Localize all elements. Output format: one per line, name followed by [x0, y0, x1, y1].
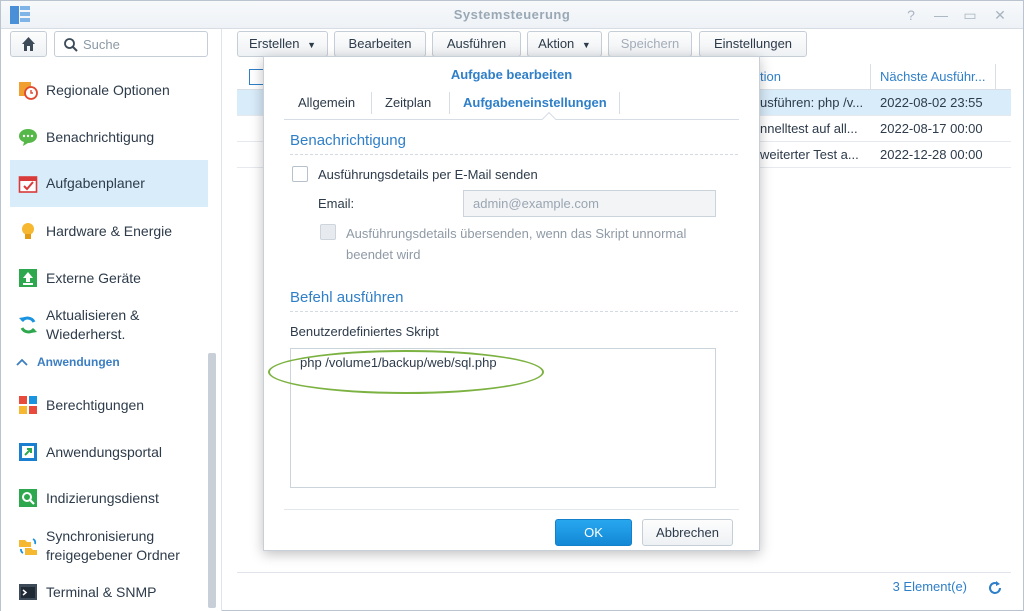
help-icon[interactable]: ? [900, 4, 922, 26]
create-button[interactable]: Erstellen ▼ [237, 31, 328, 57]
close-icon[interactable]: ✕ [989, 4, 1011, 26]
home-button[interactable] [10, 31, 47, 57]
chat-bubble-icon [19, 129, 37, 146]
tab-divider [371, 92, 372, 114]
upload-icon [19, 269, 37, 287]
cell-next-run: 2022-08-17 00:00 [880, 121, 983, 136]
cell-action: weiterter Test a... [760, 147, 859, 162]
email-field[interactable]: admin@example.com [463, 190, 716, 217]
email-label: Email: [318, 196, 355, 211]
search-icon [64, 38, 78, 52]
dialog-footer-divider [284, 509, 739, 510]
column-header-action[interactable]: tion [760, 69, 781, 84]
cell-action: nnelltest auf all... [760, 121, 858, 136]
sidebar-scrollbar[interactable] [208, 353, 216, 608]
action-button[interactable]: Aktion ▼ [527, 31, 602, 57]
dialog-tabs: Allgemein Zeitplan Aufgabeneinstellungen [284, 88, 739, 127]
sidebar-item-external-devices[interactable]: Externe Geräte [10, 262, 208, 294]
terminal-icon [19, 584, 37, 600]
edit-task-dialog: Aufgabe bearbeiten Allgemein Zeitplan Au… [263, 56, 760, 551]
sidebar-item-label: Indizierungsdienst [46, 489, 159, 506]
sidebar-item-label: Berechtigungen [46, 396, 145, 413]
section-label: Anwendungen [37, 355, 120, 369]
column-header-next-run[interactable]: Nächste Ausführ... [880, 69, 986, 84]
command-section-title: Befehl ausführen [290, 289, 404, 306]
cancel-button[interactable]: Abbrechen [642, 519, 733, 546]
sidebar-item-permissions[interactable]: Berechtigungen [10, 389, 208, 421]
sidebar-item-update-restore[interactable]: Aktualisieren & Wiederherst. [10, 305, 208, 345]
title-bar: Systemsteuerung ? — ▭ ✕ [1, 1, 1023, 29]
maximize-icon[interactable]: ▭ [959, 4, 981, 26]
grid-footer: 3 Element(e) [237, 572, 1011, 600]
grid-permissions-icon [19, 396, 37, 414]
tab-general[interactable]: Allgemein [298, 95, 355, 110]
portal-icon [19, 443, 37, 461]
chevron-down-icon: ▼ [307, 40, 317, 50]
send-details-label: Ausführungsdetails per E-Mail senden [318, 167, 538, 182]
lightbulb-icon [22, 223, 34, 239]
search-index-icon [19, 489, 37, 507]
section-divider [290, 311, 738, 312]
refresh-icon [19, 316, 37, 334]
chevron-up-icon [16, 358, 28, 366]
tab-schedule[interactable]: Zeitplan [385, 95, 431, 110]
column-divider [870, 64, 871, 90]
cell-next-run: 2022-08-02 23:55 [880, 95, 983, 110]
search-placeholder: Suche [83, 37, 120, 52]
cell-next-run: 2022-12-28 00:00 [880, 147, 983, 162]
action-label: Aktion [538, 36, 575, 51]
script-label: Benutzerdefiniertes Skript [290, 324, 439, 339]
section-header-applications[interactable]: Anwendungen [15, 355, 120, 369]
notification-section-title: Benachrichtigung [290, 132, 406, 149]
sidebar-item-app-portal[interactable]: Anwendungsportal [10, 436, 208, 468]
sidebar-item-task-scheduler[interactable]: Aufgabenplaner [10, 160, 208, 207]
edit-button[interactable]: Bearbeiten [334, 31, 426, 57]
sidebar-item-label: Synchronisierung freigegebener Ordner [46, 528, 180, 563]
minimize-icon[interactable]: — [930, 4, 952, 26]
abnormal-details-label-line2: beendet wird [346, 247, 421, 262]
abnormal-details-label-line1: Ausführungsdetails übersenden, wenn das … [346, 226, 687, 241]
sidebar-item-indexing[interactable]: Indizierungsdienst [10, 482, 208, 514]
home-icon [22, 37, 35, 51]
clock-map-icon [19, 82, 38, 100]
column-divider [995, 64, 996, 90]
control-panel-window: Systemsteuerung ? — ▭ ✕ Suche Regionale [0, 0, 1024, 611]
active-tab-pointer [541, 111, 557, 127]
abnormal-details-checkbox[interactable] [320, 224, 336, 240]
sidebar-item-label: Terminal & SNMP [46, 583, 157, 600]
settings-button[interactable]: Einstellungen [699, 31, 807, 57]
sidebar-item-label: Benachrichtigung [46, 128, 155, 145]
send-details-checkbox[interactable] [292, 166, 308, 182]
section-divider [290, 154, 738, 155]
sidebar-item-label: Aufgabenplaner [46, 175, 145, 191]
tab-divider [619, 92, 620, 114]
refresh-icon[interactable] [987, 580, 1003, 596]
window-title: Systemsteuerung [453, 7, 571, 22]
sidebar-item-notification[interactable]: Benachrichtigung [10, 121, 208, 153]
sync-folder-icon [19, 538, 37, 555]
create-label: Erstellen [248, 36, 300, 51]
sidebar-item-label: Externe Geräte [46, 269, 141, 286]
run-button[interactable]: Ausführen [432, 31, 521, 57]
sidebar-item-hardware-power[interactable]: Hardware & Energie [10, 215, 208, 247]
sidebar-item-terminal-snmp[interactable]: Terminal & SNMP [10, 576, 208, 608]
tab-divider [449, 92, 450, 114]
sidebar-item-label: Anwendungsportal [46, 443, 162, 460]
item-count: 3 Element(e) [892, 579, 967, 594]
save-button[interactable]: Speichern [608, 31, 692, 57]
calendar-check-icon [18, 175, 38, 193]
dialog-title: Aufgabe bearbeiten [450, 67, 573, 82]
ok-button[interactable]: OK [555, 519, 632, 546]
sidebar-item-shared-folder-sync[interactable]: Synchronisierung freigegebener Ordner [10, 526, 208, 566]
cell-action: usführen: php /v... [760, 95, 864, 110]
chevron-down-icon: ▼ [581, 40, 591, 50]
tab-task-settings[interactable]: Aufgabeneinstellungen [463, 95, 607, 110]
sidebar-item-regional-options[interactable]: Regionale Optionen [10, 74, 208, 106]
search-input[interactable]: Suche [54, 31, 208, 57]
sidebar: Suche Regionale Optionen Benachrichtigun… [1, 29, 222, 611]
sidebar-item-label: Regionale Optionen [46, 81, 170, 98]
sidebar-item-label: Aktualisieren & Wiederherst. [46, 307, 140, 342]
script-textarea[interactable]: php /volume1/backup/web/sql.php [290, 348, 716, 488]
sidebar-item-label: Hardware & Energie [46, 222, 173, 239]
